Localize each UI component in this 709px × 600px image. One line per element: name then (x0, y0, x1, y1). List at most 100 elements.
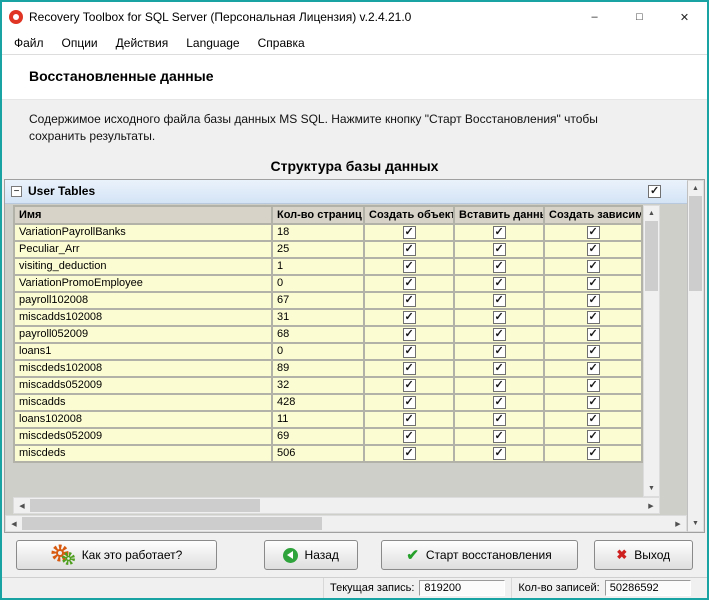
start-recovery-button[interactable]: ✔ Старт восстановления (380, 540, 578, 570)
grid-hscroll-track[interactable] (260, 498, 643, 513)
panel-vertical-scrollbar[interactable]: ▲ ▼ (687, 179, 704, 532)
column-header-create-dependent[interactable]: Создать зависимые (545, 206, 641, 223)
cell-table-name[interactable]: miscdeds052009 (15, 428, 271, 444)
cell-table-name[interactable]: miscadds052009 (15, 377, 271, 393)
insert-data-checkbox[interactable] (492, 259, 506, 273)
back-button[interactable]: Назад (263, 540, 358, 570)
insert-data-checkbox[interactable] (492, 276, 506, 290)
collapse-icon[interactable]: − (11, 185, 22, 197)
create-dependent-checkbox[interactable] (586, 310, 600, 324)
scroll-down-icon[interactable]: ▼ (688, 516, 703, 531)
create-dependent-checkbox[interactable] (586, 412, 600, 426)
scroll-right-icon[interactable]: ▶ (643, 498, 659, 513)
create-object-checkbox[interactable] (402, 395, 416, 409)
column-header-pages[interactable]: Кол-во страниц (273, 206, 363, 223)
menu-actions[interactable]: Действия (107, 36, 178, 50)
cell-table-name[interactable]: miscadds102008 (15, 309, 271, 325)
create-dependent-checkbox[interactable] (586, 446, 600, 460)
how-it-works-button[interactable]: Как это работает? (16, 540, 217, 570)
create-object-checkbox[interactable] (402, 276, 416, 290)
insert-data-checkbox[interactable] (492, 446, 506, 460)
grid-vscroll-track[interactable] (644, 291, 659, 481)
grid-vscroll-thumb[interactable] (645, 220, 658, 291)
create-dependent-checkbox[interactable] (586, 259, 600, 273)
insert-data-checkbox[interactable] (492, 344, 506, 358)
close-button[interactable]: ✕ (662, 2, 707, 32)
cell-table-name[interactable]: loans1 (15, 343, 271, 359)
insert-data-checkbox[interactable] (492, 327, 506, 341)
menu-language[interactable]: Language (177, 36, 248, 50)
scroll-up-icon[interactable]: ▲ (688, 180, 703, 196)
maximize-button[interactable]: □ (617, 2, 662, 32)
create-object-checkbox[interactable] (402, 361, 416, 375)
scroll-left-icon[interactable]: ◀ (14, 498, 30, 513)
cell-table-name[interactable]: miscadds (15, 394, 271, 410)
user-tables-checkbox[interactable] (648, 184, 661, 198)
section-title: Структура базы данных (270, 157, 439, 174)
cell-table-name[interactable]: Peculiar_Arr (15, 241, 271, 257)
scroll-left-icon[interactable]: ◀ (6, 516, 22, 531)
create-object-checkbox[interactable] (402, 412, 416, 426)
column-header-name[interactable]: Имя (15, 206, 271, 223)
cell-table-name[interactable]: miscdeds (15, 445, 271, 461)
create-object-checkbox[interactable] (402, 293, 416, 307)
cell-table-name[interactable]: payroll102008 (15, 292, 271, 308)
panel-hscroll-thumb[interactable] (22, 517, 322, 530)
insert-data-checkbox[interactable] (492, 293, 506, 307)
panel-vscroll-track[interactable] (688, 291, 703, 516)
panel-hscroll-track[interactable] (322, 516, 670, 531)
cell-table-name[interactable]: loans102008 (15, 411, 271, 427)
create-dependent-checkbox[interactable] (586, 327, 600, 341)
create-object-checkbox[interactable] (402, 259, 416, 273)
create-object-checkbox[interactable] (402, 446, 416, 460)
grid-hscroll-thumb[interactable] (30, 499, 260, 512)
cell-table-name[interactable]: VariationPayrollBanks (15, 224, 271, 240)
menu-file[interactable]: Файл (5, 36, 53, 50)
create-dependent-checkbox[interactable] (586, 361, 600, 375)
insert-data-checkbox[interactable] (492, 429, 506, 443)
scroll-down-icon[interactable]: ▼ (644, 481, 659, 496)
insert-data-checkbox[interactable] (492, 310, 506, 324)
user-tables-header[interactable]: − User Tables (5, 179, 687, 204)
cell-create-object (365, 258, 453, 274)
create-dependent-checkbox[interactable] (586, 225, 600, 239)
table-row: VariationPromoEmployee 0 (15, 275, 641, 291)
cell-create-dependent (545, 343, 641, 359)
create-dependent-checkbox[interactable] (586, 378, 600, 392)
cell-table-name[interactable]: VariationPromoEmployee (15, 275, 271, 291)
insert-data-checkbox[interactable] (492, 242, 506, 256)
insert-data-checkbox[interactable] (492, 378, 506, 392)
create-dependent-checkbox[interactable] (586, 395, 600, 409)
insert-data-checkbox[interactable] (492, 225, 506, 239)
create-dependent-checkbox[interactable] (586, 242, 600, 256)
cell-table-name[interactable]: payroll052009 (15, 326, 271, 342)
column-header-create-object[interactable]: Создать объект (365, 206, 453, 223)
scroll-right-icon[interactable]: ▶ (670, 516, 686, 531)
create-dependent-checkbox[interactable] (586, 429, 600, 443)
create-dependent-checkbox[interactable] (586, 293, 600, 307)
exit-button[interactable]: ✖ Выход (593, 540, 693, 570)
create-object-checkbox[interactable] (402, 378, 416, 392)
menu-help[interactable]: Справка (249, 36, 314, 50)
grid-horizontal-scrollbar[interactable]: ◀ ▶ (13, 497, 660, 514)
panel-vscroll-thumb[interactable] (689, 195, 702, 291)
grid-vertical-scrollbar[interactable]: ▲ ▼ (643, 204, 660, 497)
cell-table-name[interactable]: miscdeds102008 (15, 360, 271, 376)
create-dependent-checkbox[interactable] (586, 276, 600, 290)
create-object-checkbox[interactable] (402, 344, 416, 358)
create-object-checkbox[interactable] (402, 225, 416, 239)
create-dependent-checkbox[interactable] (586, 344, 600, 358)
insert-data-checkbox[interactable] (492, 412, 506, 426)
create-object-checkbox[interactable] (402, 310, 416, 324)
panel-horizontal-scrollbar[interactable]: ◀ ▶ (5, 515, 687, 532)
cell-table-name[interactable]: visiting_deduction (15, 258, 271, 274)
create-object-checkbox[interactable] (402, 429, 416, 443)
create-object-checkbox[interactable] (402, 242, 416, 256)
column-header-insert-data[interactable]: Вставить даннь (455, 206, 543, 223)
insert-data-checkbox[interactable] (492, 395, 506, 409)
scroll-up-icon[interactable]: ▲ (644, 205, 659, 221)
menu-options[interactable]: Опции (53, 36, 107, 50)
insert-data-checkbox[interactable] (492, 361, 506, 375)
minimize-button[interactable]: – (572, 2, 617, 32)
create-object-checkbox[interactable] (402, 327, 416, 341)
